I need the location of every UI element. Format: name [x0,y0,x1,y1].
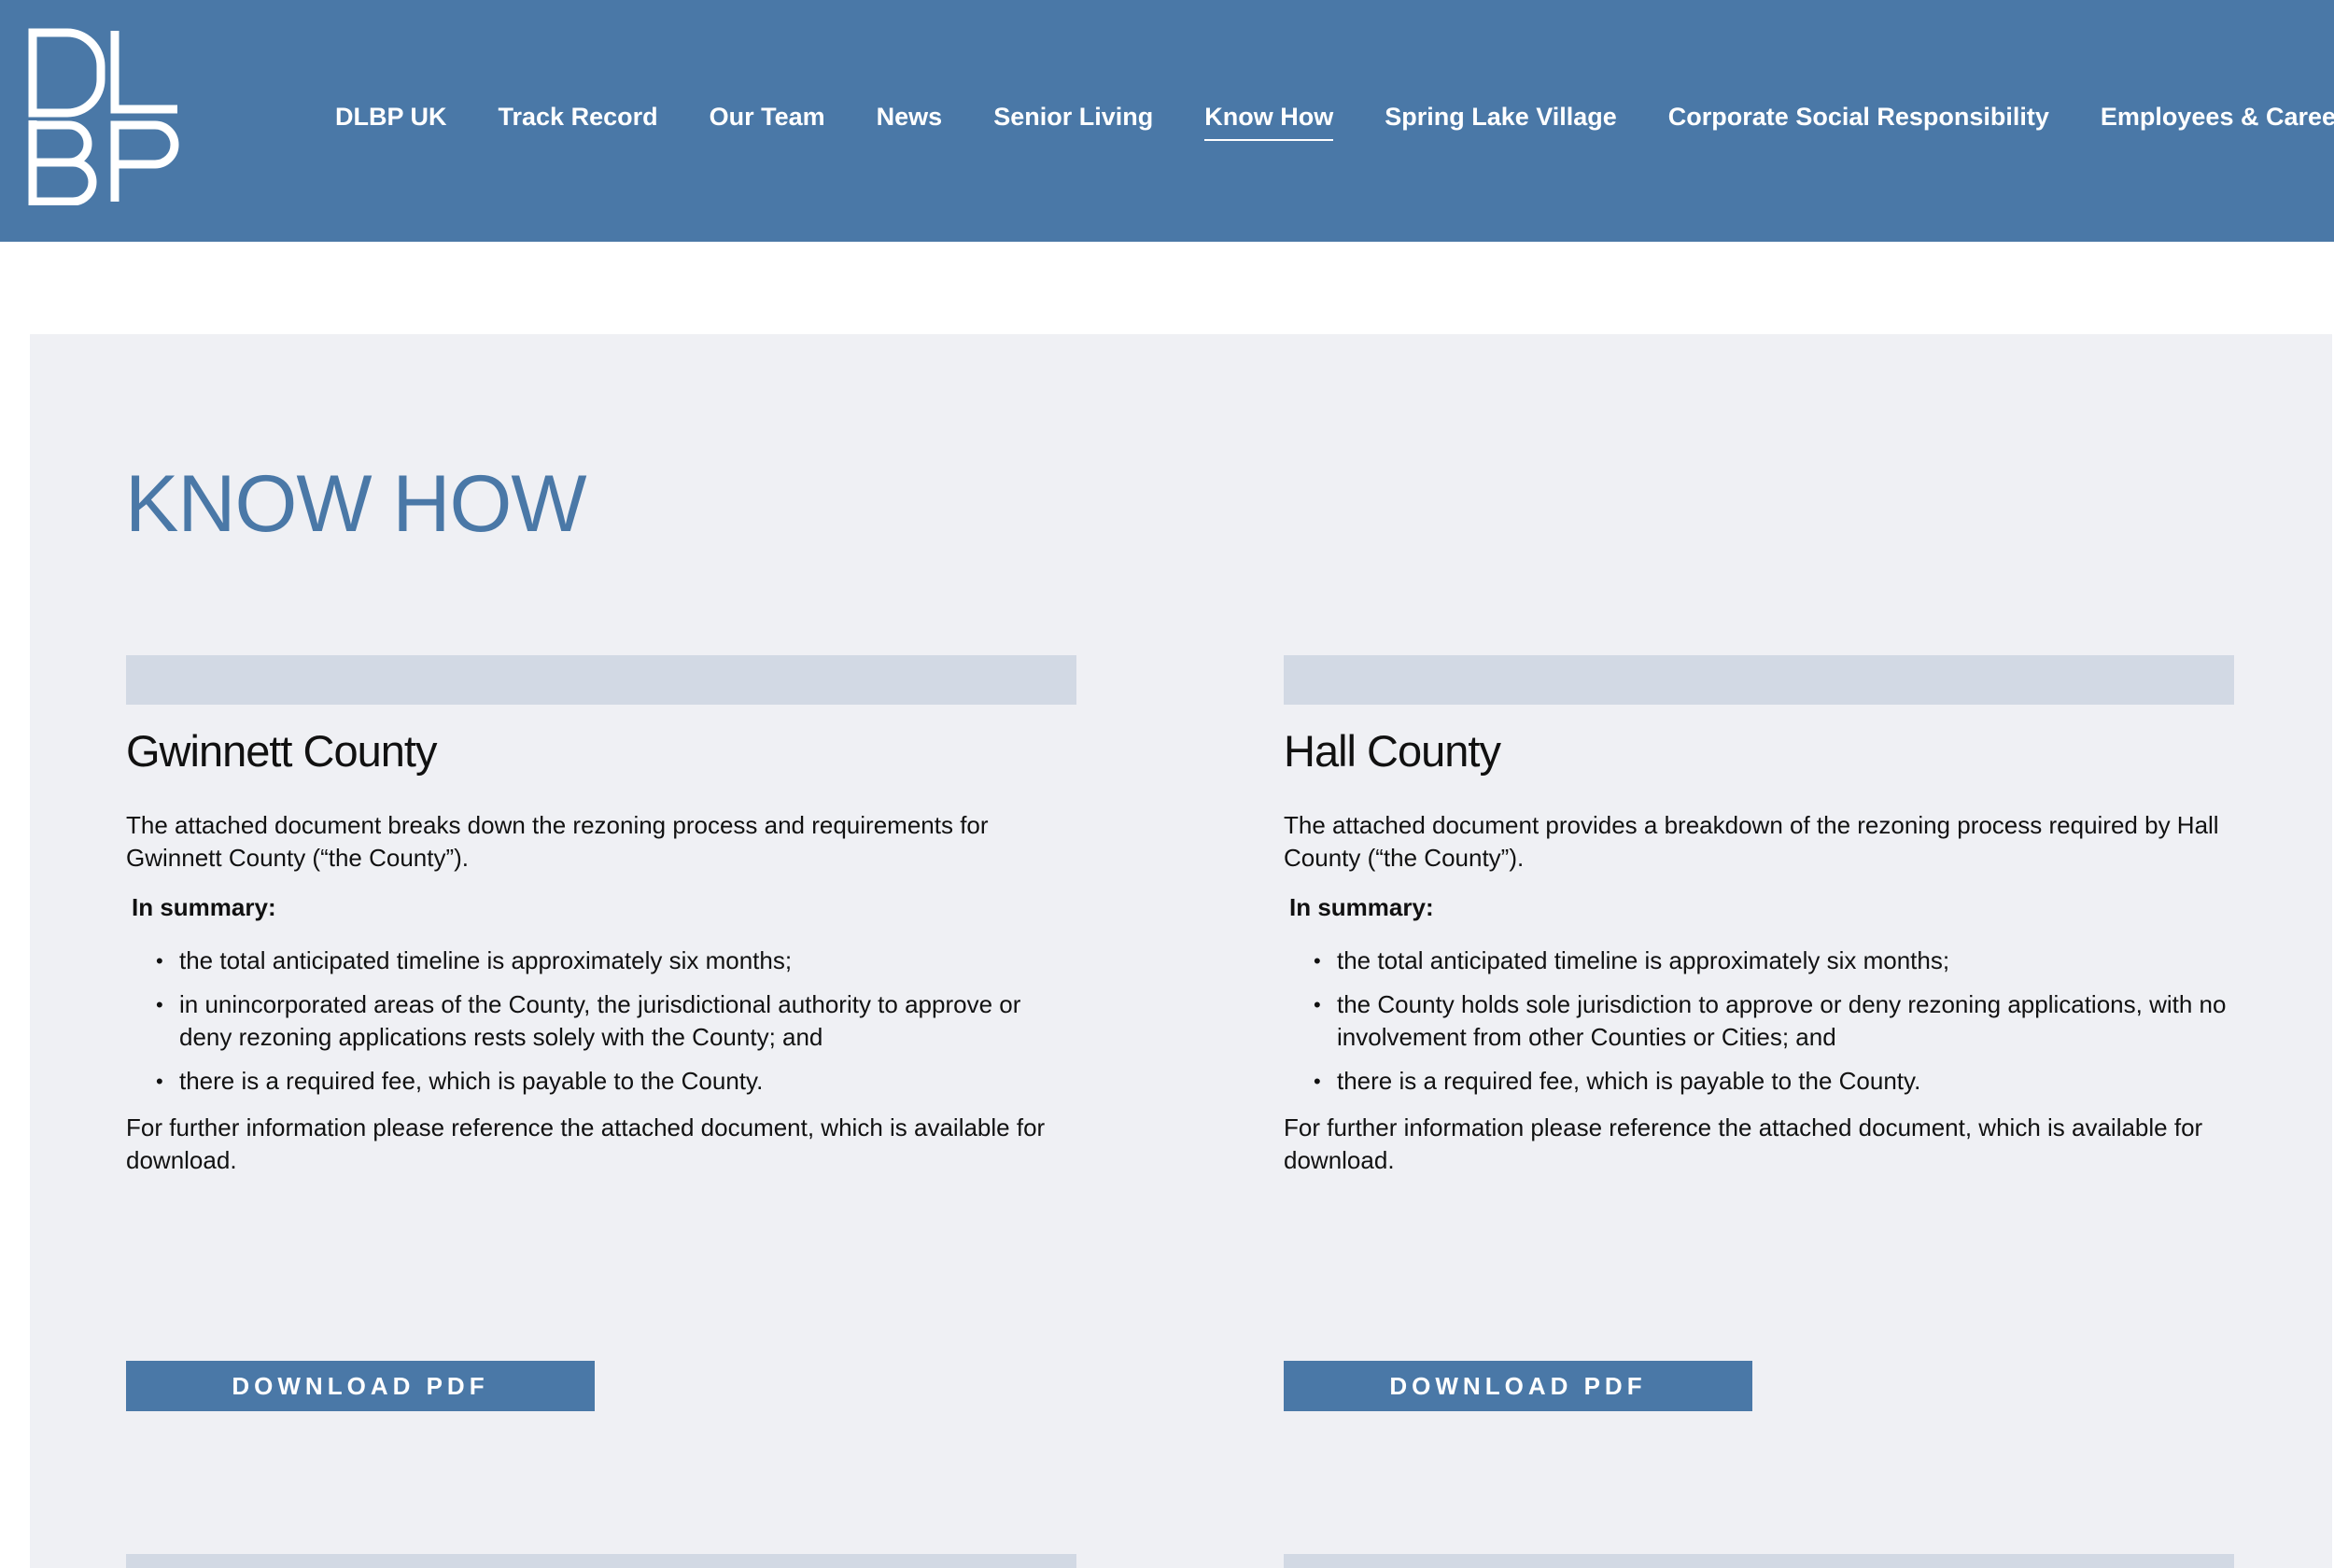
list-item-text: the total anticipated timeline is approx… [179,946,793,974]
card-title: Gwinnett County [126,726,437,776]
next-card-header-bar [126,1554,1076,1568]
bullet-icon: • [156,949,163,973]
bullet-icon: • [156,1070,163,1093]
bullet-icon: • [1314,993,1321,1016]
nav-item-senior-living[interactable]: Senior Living [993,98,1153,135]
logo-mark [28,28,179,205]
card-intro: The attached document breaks down the re… [126,811,989,872]
card-intro: The attached document provides a breakdo… [1284,811,2219,872]
list-item: • the total anticipated timeline is appro… [1284,945,2234,977]
nav-item-dlbp-uk[interactable]: DLBP UK [335,98,447,135]
list-item: • there is a required fee, which is payab… [126,1065,1076,1098]
download-pdf-button[interactable]: DOWNLOAD PDF [126,1361,595,1411]
list-item-text: there is a required fee, which is payabl… [1337,1067,1921,1095]
nav-item-employees-careers[interactable]: Employees & Careers [2101,98,2334,135]
card-header-bar [1284,655,2234,705]
card-summary-label: In summary: [1289,893,1434,921]
nav-item-track-record[interactable]: Track Record [499,98,658,135]
next-card-header-bar [1284,1554,2234,1568]
card-further-info: For further information please reference… [1284,1113,2203,1174]
card-further-info: For further information please reference… [126,1113,1046,1174]
nav-item-our-team[interactable]: Our Team [710,98,825,135]
list-item-text: there is a required fee, which is payabl… [179,1067,764,1095]
card-summary-list: • the total anticipated timeline is appro… [1284,945,2234,1098]
list-item-text: the total anticipated timeline is approx… [1337,946,1950,974]
bullet-icon: • [1314,1070,1321,1093]
bullet-icon: • [156,993,163,1016]
list-item-text: in unincorporated areas of the County, t… [179,990,1021,1051]
nav-item-corporate-social-responsibility[interactable]: Corporate Social Responsibility [1668,98,2049,135]
download-pdf-button[interactable]: DOWNLOAD PDF [1284,1361,1752,1411]
list-item: • the total anticipated timeline is appro… [126,945,1076,977]
dlbp-logo[interactable] [28,28,179,205]
list-item: • the County holds sole jurisdiction to a… [1284,988,2234,1054]
card-title: Hall County [1284,726,1501,776]
list-item: • there is a required fee, which is payab… [1284,1065,2234,1098]
page-title: KNOW HOW [125,459,587,549]
main-nav: DLBP UK Track Record Our Team News Senio… [335,93,2334,141]
card-header-bar [126,655,1076,705]
bullet-icon: • [1314,949,1321,973]
county-card-gwinnett: Gwinnett County The attached document br… [126,655,1076,1421]
list-item: • in unincorporated areas of the County, … [126,988,1076,1054]
list-item-text: the County holds sole jurisdiction to ap… [1337,990,2227,1051]
site-header: DLBP UK Track Record Our Team News Senio… [0,0,2334,242]
nav-item-know-how[interactable]: Know How [1204,98,1333,141]
nav-item-news[interactable]: News [877,98,943,135]
card-summary-label: In summary: [132,893,276,921]
county-card-hall: Hall County The attached document provid… [1284,655,2234,1421]
card-summary-list: • the total anticipated timeline is appro… [126,945,1076,1098]
nav-item-spring-lake-village[interactable]: Spring Lake Village [1385,98,1617,135]
